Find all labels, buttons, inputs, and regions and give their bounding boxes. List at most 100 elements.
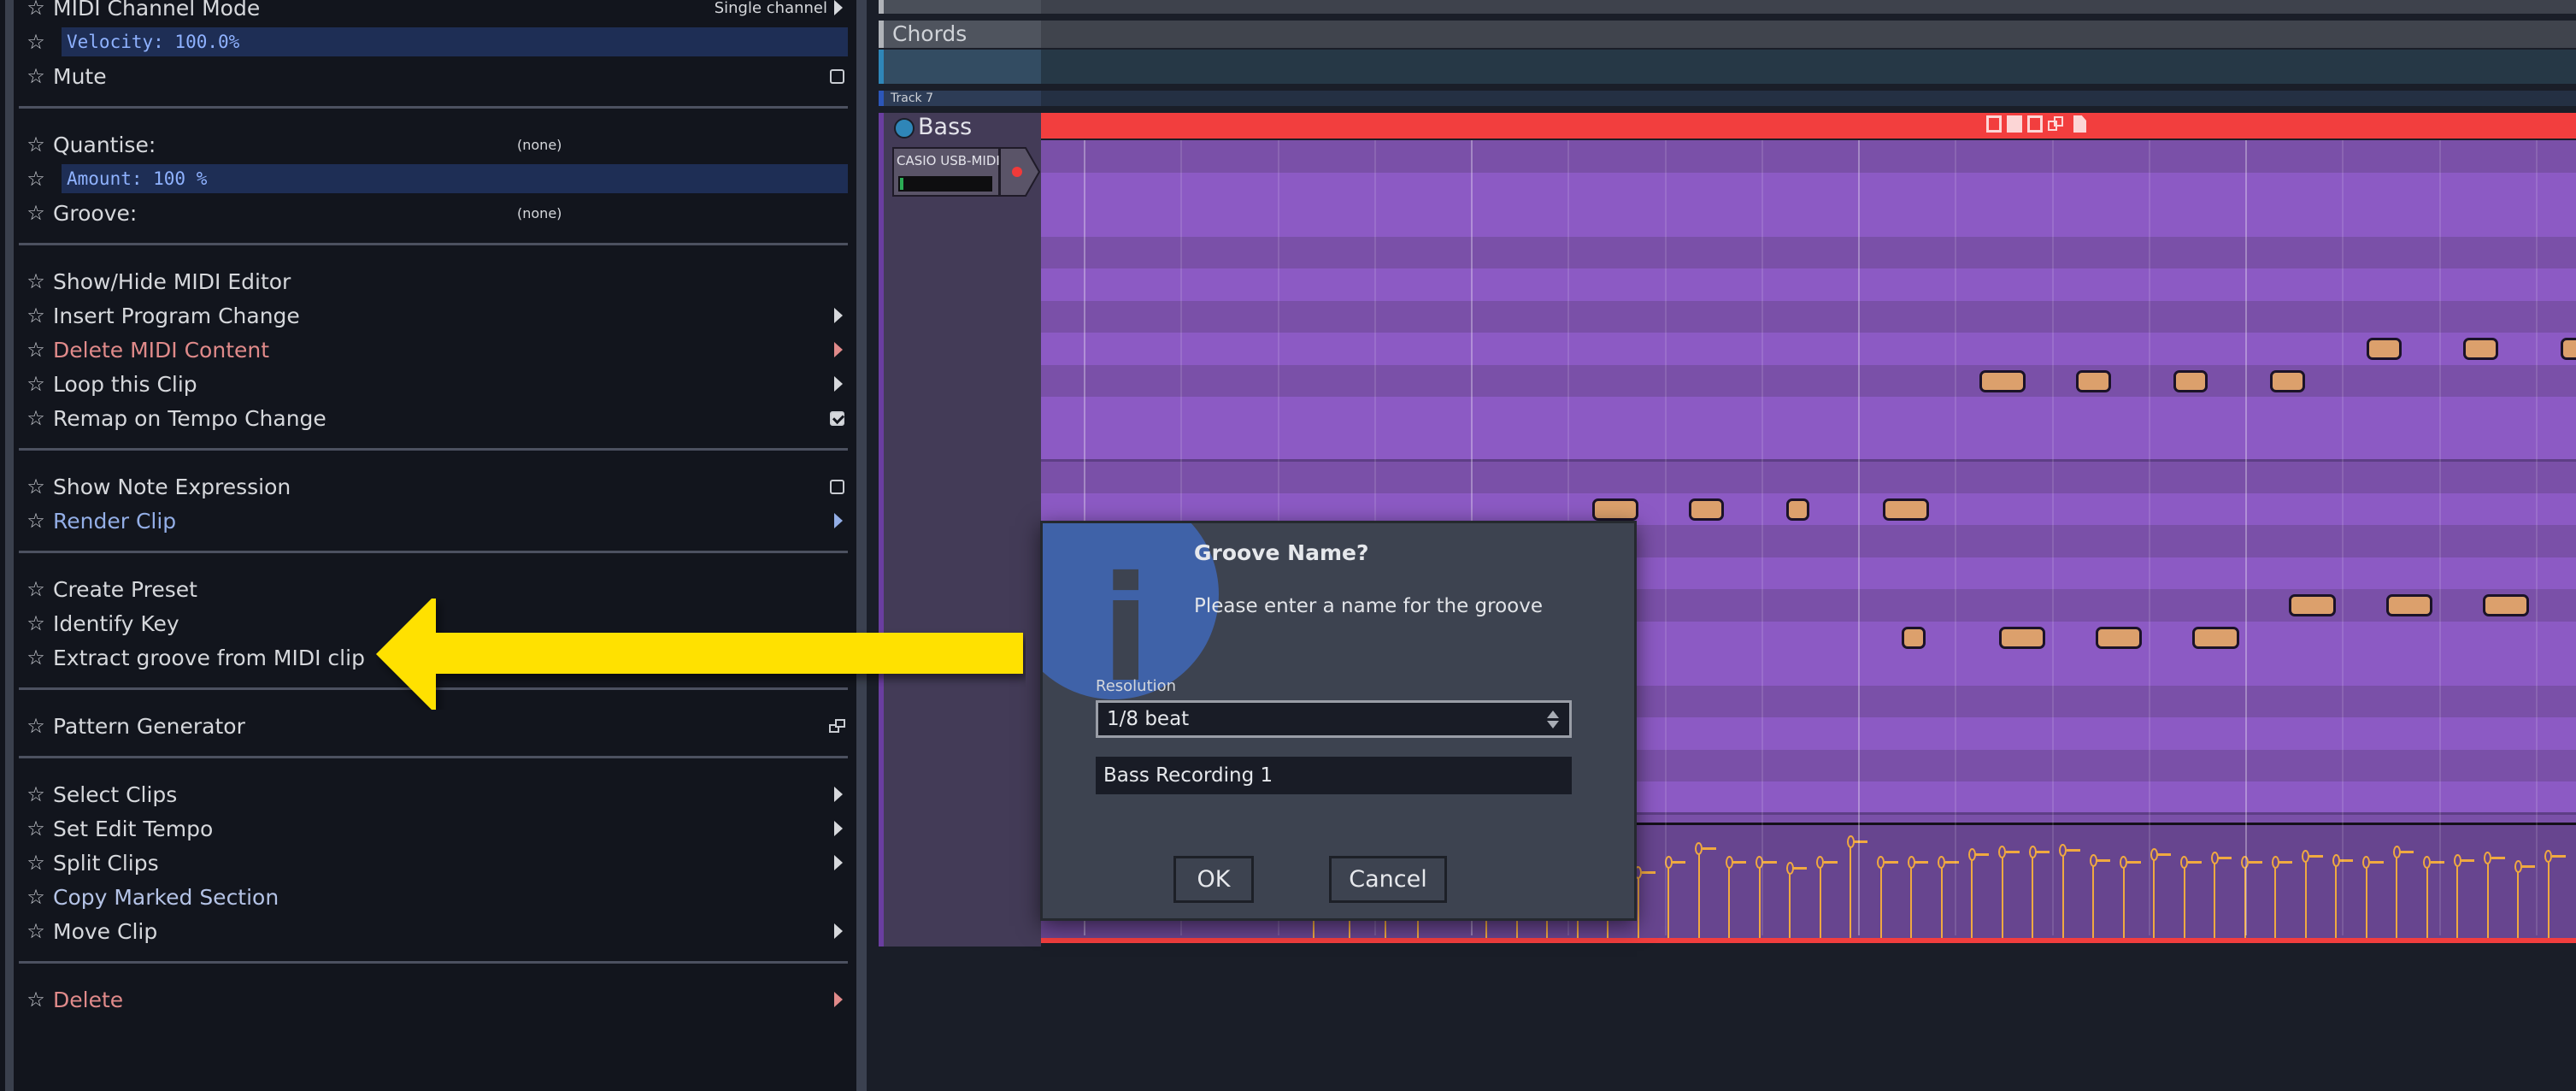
midi-note[interactable] bbox=[1689, 498, 1725, 521]
menu-item-show-note-expression[interactable]: ☆ Show Note Expression bbox=[19, 470, 848, 503]
velocity-stem[interactable] bbox=[2396, 858, 2397, 941]
star-icon[interactable]: ☆ bbox=[19, 372, 53, 396]
checkbox[interactable] bbox=[830, 479, 844, 494]
midi-note[interactable] bbox=[2076, 369, 2112, 392]
velocity-stem[interactable] bbox=[2274, 868, 2276, 941]
star-icon[interactable]: ☆ bbox=[19, 0, 53, 20]
midi-note[interactable] bbox=[2095, 626, 2143, 649]
velocity-stem[interactable] bbox=[2335, 865, 2337, 941]
star-icon[interactable]: ☆ bbox=[19, 577, 53, 601]
velocity-stem[interactable] bbox=[2061, 855, 2064, 941]
corner-icon[interactable] bbox=[2027, 115, 2043, 133]
track-status-dot[interactable] bbox=[894, 118, 915, 139]
square-filled-icon[interactable] bbox=[2007, 115, 2022, 133]
midi-note[interactable] bbox=[2269, 369, 2305, 392]
clip-header-bar[interactable] bbox=[1041, 113, 2576, 139]
star-icon[interactable]: ☆ bbox=[19, 611, 53, 635]
velocity-stem[interactable] bbox=[2426, 868, 2428, 941]
midi-note[interactable] bbox=[1902, 626, 1926, 649]
menu-item-move-clip[interactable]: ☆ Move Clip bbox=[19, 915, 848, 947]
velocity-stem[interactable] bbox=[1971, 859, 1973, 941]
velocity-stem[interactable] bbox=[1819, 868, 1821, 941]
star-icon[interactable]: ☆ bbox=[19, 64, 53, 88]
star-icon[interactable]: ☆ bbox=[19, 269, 53, 293]
velocity-stem[interactable] bbox=[1789, 874, 1791, 941]
velocity-stem[interactable] bbox=[2032, 858, 2033, 941]
midi-note[interactable] bbox=[1785, 498, 1809, 521]
track-header[interactable] bbox=[884, 50, 1041, 84]
resolution-select[interactable]: 1/8 beat bbox=[1096, 700, 1572, 738]
star-icon[interactable]: ☆ bbox=[19, 167, 53, 191]
velocity-stem[interactable] bbox=[2304, 861, 2307, 941]
midi-note[interactable] bbox=[2173, 369, 2208, 392]
cancel-button[interactable]: Cancel bbox=[1329, 856, 1447, 903]
square-outline-icon[interactable] bbox=[1986, 115, 2002, 133]
menu-item-velocity-100-0[interactable]: ☆ Velocity: 100.0% bbox=[19, 26, 848, 58]
file-icon[interactable] bbox=[2073, 115, 2086, 133]
velocity-stem[interactable] bbox=[1637, 877, 1639, 941]
midi-note[interactable] bbox=[2385, 594, 2433, 616]
track-bass-header[interactable]: Bass CASIO USB-MIDI bbox=[884, 113, 1041, 947]
star-icon[interactable]: ☆ bbox=[19, 406, 53, 430]
velocity-stem[interactable] bbox=[2183, 868, 2185, 941]
star-icon[interactable]: ☆ bbox=[19, 201, 53, 225]
velocity-stem[interactable] bbox=[2092, 865, 2094, 941]
midi-note[interactable] bbox=[2560, 338, 2576, 360]
velocity-stem[interactable] bbox=[1940, 868, 1943, 941]
midi-note[interactable] bbox=[1882, 498, 1930, 521]
checkbox[interactable] bbox=[830, 410, 844, 426]
checkbox[interactable] bbox=[830, 68, 844, 84]
star-icon[interactable]: ☆ bbox=[19, 475, 53, 498]
star-icon[interactable]: ☆ bbox=[19, 133, 53, 156]
menu-item-split-clips[interactable]: ☆ Split Clips bbox=[19, 846, 848, 879]
star-icon[interactable]: ☆ bbox=[19, 817, 53, 840]
menu-item-set-edit-tempo[interactable]: ☆ Set Edit Tempo bbox=[19, 812, 848, 845]
velocity-stem[interactable] bbox=[1758, 868, 1761, 941]
midi-note[interactable] bbox=[2482, 594, 2530, 616]
star-icon[interactable]: ☆ bbox=[19, 509, 53, 533]
star-icon[interactable]: ☆ bbox=[19, 714, 53, 738]
velocity-stem[interactable] bbox=[2001, 858, 2003, 941]
velocity-stem[interactable] bbox=[1910, 868, 1912, 941]
menu-item-insert-program-change[interactable]: ☆ Insert Program Change bbox=[19, 299, 848, 332]
panel-divider[interactable] bbox=[856, 0, 867, 1091]
star-icon[interactable]: ☆ bbox=[19, 304, 53, 327]
menu-item-select-clips[interactable]: ☆ Select Clips bbox=[19, 778, 848, 811]
velocity-stem[interactable] bbox=[2517, 871, 2519, 941]
midi-note[interactable] bbox=[2289, 594, 2336, 616]
star-icon[interactable]: ☆ bbox=[19, 338, 53, 362]
menu-item-pattern-generator[interactable]: ☆ Pattern Generator bbox=[19, 710, 848, 742]
groove-name-input[interactable] bbox=[1096, 757, 1572, 794]
menu-item-midi-channel-mode[interactable]: ☆ MIDI Channel Mode Single channel bbox=[19, 0, 848, 24]
star-icon[interactable]: ☆ bbox=[19, 885, 53, 909]
star-icon[interactable]: ☆ bbox=[19, 851, 53, 875]
link-icon[interactable] bbox=[2048, 115, 2065, 133]
record-arm-button[interactable] bbox=[999, 147, 1041, 197]
velocity-stem[interactable] bbox=[2365, 868, 2367, 941]
ok-button[interactable]: OK bbox=[1173, 856, 1254, 903]
menu-item-delete-midi-content[interactable]: ☆ Delete MIDI Content bbox=[19, 333, 848, 366]
midi-note[interactable] bbox=[2192, 626, 2239, 649]
menu-item-quantise[interactable]: ☆ Quantise: (none) bbox=[19, 128, 848, 161]
track-7-header[interactable]: Track 7 bbox=[884, 91, 1041, 106]
velocity-stem[interactable] bbox=[2486, 864, 2489, 941]
midi-note[interactable] bbox=[1592, 498, 1639, 521]
velocity-stem[interactable] bbox=[2122, 868, 2125, 941]
star-icon[interactable]: ☆ bbox=[19, 646, 53, 669]
menu-item-copy-marked-section[interactable]: ☆ Copy Marked Section bbox=[19, 881, 848, 913]
midi-note[interactable] bbox=[1998, 626, 2046, 649]
menu-item-show-hide-midi-editor[interactable]: ☆ Show/Hide MIDI Editor bbox=[19, 265, 848, 298]
velocity-stem[interactable] bbox=[1728, 868, 1730, 941]
menu-item-delete[interactable]: ☆ Delete bbox=[19, 983, 848, 1016]
velocity-stem[interactable] bbox=[2547, 861, 2550, 941]
menu-item-render-clip[interactable]: ☆ Render Clip bbox=[19, 504, 848, 537]
velocity-stem[interactable] bbox=[1850, 847, 1851, 941]
menu-item-loop-this-clip[interactable]: ☆ Loop this Clip bbox=[19, 368, 848, 400]
midi-note[interactable] bbox=[2367, 338, 2402, 360]
star-icon[interactable]: ☆ bbox=[19, 988, 53, 1011]
star-icon[interactable]: ☆ bbox=[19, 30, 53, 54]
velocity-stem[interactable] bbox=[1697, 853, 1700, 941]
midi-input-selector[interactable]: CASIO USB-MIDI bbox=[892, 147, 1000, 197]
menu-item-remap-on-tempo-change[interactable]: ☆ Remap on Tempo Change bbox=[19, 402, 848, 434]
track-header[interactable] bbox=[884, 0, 1041, 14]
